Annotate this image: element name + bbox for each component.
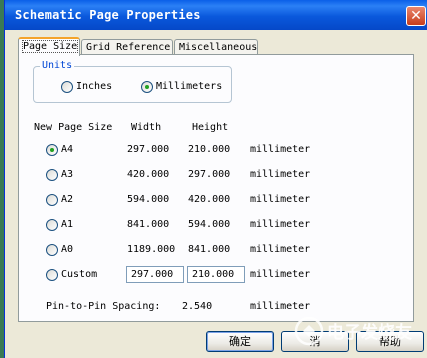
height-value: 297.000: [188, 169, 231, 180]
radio-selected-dot: [145, 85, 149, 89]
radio-selected-dot: [50, 148, 54, 152]
ok-button[interactable]: 确定: [206, 331, 274, 352]
size-label-custom[interactable]: Custom: [61, 269, 97, 280]
units-group-label: Units: [40, 60, 75, 71]
tab-grid-reference[interactable]: Grid Reference: [81, 39, 173, 55]
width-value: 297.000: [127, 144, 170, 155]
size-radio-a4[interactable]: [46, 144, 58, 156]
height-value: 841.000: [188, 244, 231, 255]
tab-label: Page Size: [21, 40, 79, 53]
pin-spacing-unit: millimeter: [250, 301, 311, 312]
width-value: 594.000: [127, 194, 170, 205]
tab-label: Grid Reference: [86, 42, 171, 53]
unit-label: millimeter: [250, 144, 311, 155]
size-label-a3[interactable]: A3: [61, 169, 73, 180]
height-value: 594.000: [188, 219, 231, 230]
units-groupbox: Units Inches Millimeters: [33, 60, 232, 103]
pin-spacing-label: Pin-to-Pin Spacing:: [46, 301, 161, 312]
tab-miscellaneous[interactable]: Miscellaneous: [174, 39, 258, 55]
custom-height-input[interactable]: 210.000: [187, 266, 245, 283]
millimeters-label[interactable]: Millimeters: [156, 81, 222, 92]
size-radio-custom[interactable]: [46, 269, 58, 281]
dialog-title: Schematic Page Properties: [15, 8, 201, 22]
size-label-a1[interactable]: A1: [61, 219, 73, 230]
tab-page-size[interactable]: Page Size: [18, 37, 80, 56]
size-radio-a0[interactable]: [46, 244, 58, 256]
unit-label: millimeter: [250, 269, 311, 280]
header-height: Height: [192, 122, 229, 133]
size-label-a0[interactable]: A0: [61, 244, 73, 255]
header-new-page-size: New Page Size: [34, 122, 113, 133]
tab-panel-page-size: Units Inches Millimeters New Page Size W…: [18, 54, 414, 322]
close-button[interactable]: ✕: [406, 6, 426, 26]
help-button[interactable]: 帮助: [356, 331, 424, 352]
tab-label: Miscellaneous: [179, 42, 258, 53]
custom-width-input[interactable]: 297.000: [126, 266, 184, 283]
size-label-a2[interactable]: A2: [61, 194, 73, 205]
pin-spacing-value: 2.540: [182, 301, 213, 312]
unit-label: millimeter: [250, 244, 311, 255]
width-value: 841.000: [127, 219, 170, 230]
title-bar[interactable]: Schematic Page Properties ✕: [5, 0, 427, 30]
dialog-window: Schematic Page Properties ✕ Page Size Gr…: [4, 0, 427, 358]
inches-radio[interactable]: [61, 81, 73, 93]
width-value: 1189.000: [127, 244, 176, 255]
unit-label: millimeter: [250, 219, 311, 230]
height-value: 210.000: [188, 144, 231, 155]
unit-label: millimeter: [250, 194, 311, 205]
cancel-button[interactable]: 消: [281, 331, 349, 352]
header-width: Width: [131, 122, 162, 133]
size-radio-a2[interactable]: [46, 194, 58, 206]
height-value: 420.000: [188, 194, 231, 205]
size-radio-a3[interactable]: [46, 169, 58, 181]
size-radio-a1[interactable]: [46, 219, 58, 231]
size-label-a4[interactable]: A4: [61, 144, 73, 155]
inches-label[interactable]: Inches: [76, 81, 112, 92]
unit-label: millimeter: [250, 169, 311, 180]
close-icon: ✕: [410, 8, 422, 24]
millimeters-radio[interactable]: [141, 81, 153, 93]
width-value: 420.000: [127, 169, 170, 180]
